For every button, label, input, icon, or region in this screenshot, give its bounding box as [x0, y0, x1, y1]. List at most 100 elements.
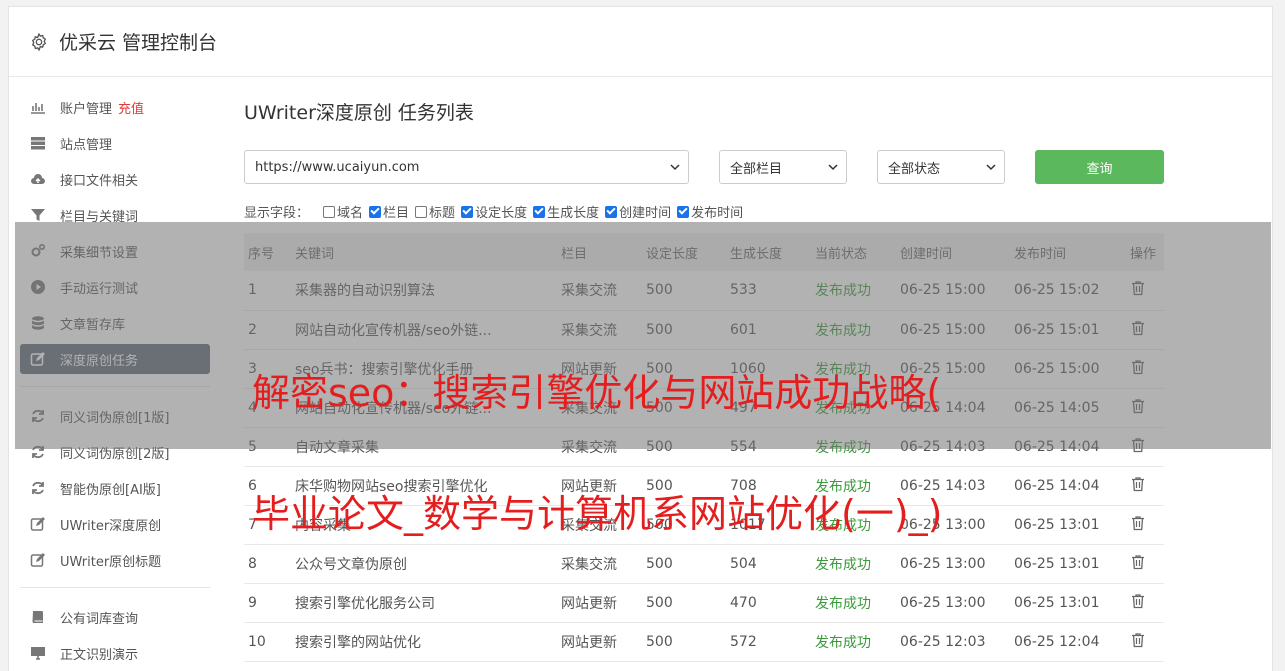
refresh-icon-glyph — [32, 481, 44, 495]
sidebar-item-group2-5[interactable]: UWriter原创标题 — [20, 545, 210, 575]
table-row: 9 搜索引擎优化服务公司 网站更新 500 470 发布成功 06-25 13:00 06-2… — [244, 583, 1164, 623]
sidebar-item-label: 智能伪原创[AI版] — [60, 482, 161, 498]
table-cell: 网站更新 — [557, 622, 642, 662]
status-cell: 发布成功 — [811, 583, 896, 623]
overlay-title-line1: 解密seo：搜索引擎优化与网站成功战略( — [252, 371, 942, 415]
field-checkbox-3[interactable]: 标题 — [415, 202, 455, 221]
sidebar-item-label: 账户管理 — [60, 101, 113, 117]
table-cell: 06-25 14:04 — [1010, 466, 1126, 506]
filter-bar: https://www.ucaiyun.com 全部栏目 全部状态 查询 — [244, 150, 1166, 184]
sidebar-item-group1-1[interactable]: 账户管理 充值 — [20, 92, 210, 122]
sidebar-item-label: UWriter深度原创 — [60, 518, 162, 534]
sidebar-item-group3-2[interactable]: 正文识别演示 — [20, 638, 210, 668]
app-title: 优采云 管理控制台 — [59, 32, 218, 54]
field-checkbox-7[interactable]: 发布时间 — [677, 202, 743, 221]
display-fields: 显示字段： 域名 栏目 标题 设定长度 生成长度 创建时间 发布时间 — [244, 202, 749, 221]
table-cell: 06-25 13:00 — [896, 544, 1010, 584]
checkbox-box[interactable] — [323, 205, 336, 218]
server-icon-glyph — [31, 137, 45, 150]
edit-icon — [30, 552, 46, 568]
field-checkbox-5[interactable]: 生成长度 — [533, 202, 599, 221]
chevron-down-icon — [828, 164, 838, 171]
sidebar-item-group1-2[interactable]: 站点管理 — [20, 128, 210, 158]
bar-chart-icon — [30, 99, 46, 115]
trash-icon[interactable] — [1130, 554, 1146, 570]
chevron-down-icon — [670, 164, 680, 171]
table-cell: 500 — [642, 544, 726, 584]
table-cell: 500 — [642, 583, 726, 623]
monitor-icon — [30, 645, 46, 661]
table-cell: 公众号文章伪原创 — [291, 544, 557, 584]
field-checkbox-label: 域名 — [337, 206, 364, 221]
field-checkbox-6[interactable]: 创建时间 — [605, 202, 671, 221]
column-select-value: 全部栏目 — [730, 161, 783, 177]
table-cell: 采集交流 — [557, 544, 642, 584]
table-cell: 500 — [642, 622, 726, 662]
status-cell: 发布成功 — [811, 622, 896, 662]
trash-icon[interactable] — [1130, 632, 1146, 648]
field-checkbox-label: 发布时间 — [691, 206, 744, 221]
checkbox-box[interactable] — [461, 205, 474, 218]
table-cell: 06-25 12:04 — [1010, 622, 1126, 662]
table-cell: 搜索引擎优化服务公司 — [291, 583, 557, 623]
checkbox-box[interactable] — [533, 205, 546, 218]
filter-icon-glyph — [31, 209, 45, 221]
site-select-value: https://www.ucaiyun.com — [255, 159, 420, 175]
monitor-icon-glyph — [31, 647, 45, 660]
sidebar-item-label: 公有词库查询 — [60, 611, 139, 627]
field-checkbox-label: 栏目 — [383, 206, 410, 221]
recharge-link[interactable]: 充值 — [118, 98, 144, 117]
query-button[interactable]: 查询 — [1035, 150, 1164, 184]
sidebar-divider — [20, 587, 210, 588]
table-cell: 网站更新 — [557, 583, 642, 623]
table-row: 10 搜索引擎的网站优化 网站更新 500 572 发布成功 06-25 12:03 06-2… — [244, 622, 1164, 662]
table-cell: 504 — [726, 544, 811, 584]
checkbox-box[interactable] — [677, 205, 690, 218]
sidebar-item-group1-3[interactable]: 接口文件相关 — [20, 164, 210, 194]
table-cell: 06-25 12:03 — [896, 622, 1010, 662]
checkbox-box[interactable] — [369, 205, 382, 218]
table-cell: 470 — [726, 583, 811, 623]
display-fields-label: 显示字段： — [244, 206, 310, 221]
status-select-value: 全部状态 — [888, 161, 941, 177]
table-cell: 06-25 13:01 — [1010, 505, 1126, 545]
table-cell: 搜索引擎的网站优化 — [291, 622, 557, 662]
trash-icon[interactable] — [1130, 593, 1146, 609]
checkbox-box[interactable] — [605, 205, 618, 218]
sidebar-item-group3-1[interactable]: 公有词库查询 — [20, 602, 210, 632]
trash-icon[interactable] — [1130, 476, 1146, 492]
field-checkbox-2[interactable]: 栏目 — [369, 202, 409, 221]
filter-icon — [30, 207, 46, 223]
action-cell — [1126, 583, 1164, 623]
sidebar-item-label: 正文识别演示 — [60, 647, 139, 663]
page-title: UWriter深度原创 任务列表 — [244, 102, 474, 124]
checkbox-box[interactable] — [415, 205, 428, 218]
action-cell — [1126, 622, 1164, 662]
edit-icon-glyph — [30, 517, 45, 531]
edit-icon — [30, 516, 46, 532]
field-checkbox-4[interactable]: 设定长度 — [461, 202, 527, 221]
cloud-upload-icon — [30, 171, 46, 187]
table-row: 8 公众号文章伪原创 采集交流 500 504 发布成功 06-25 13:00 06-25 … — [244, 544, 1164, 584]
edit-icon-glyph — [30, 553, 45, 567]
table-cell: 10 — [244, 622, 291, 662]
status-select[interactable]: 全部状态 — [877, 150, 1005, 184]
sidebar-item-label: 接口文件相关 — [60, 173, 139, 189]
book-icon — [30, 609, 46, 625]
sidebar-item-label: 站点管理 — [60, 137, 113, 153]
trash-icon[interactable] — [1130, 515, 1146, 531]
gear-icon — [31, 32, 47, 51]
column-select[interactable]: 全部栏目 — [719, 150, 847, 184]
sidebar-item-group2-3[interactable]: 智能伪原创[AI版] — [20, 473, 210, 503]
chevron-down-icon — [986, 164, 996, 171]
table-cell: 06-25 13:00 — [896, 583, 1010, 623]
field-checkbox-label: 生成长度 — [547, 206, 600, 221]
sidebar-item-group2-4[interactable]: UWriter深度原创 — [20, 509, 210, 539]
action-cell — [1126, 466, 1164, 506]
status-cell: 发布成功 — [811, 544, 896, 584]
site-select[interactable]: https://www.ucaiyun.com — [244, 150, 689, 184]
book-icon-glyph — [32, 611, 43, 623]
server-icon — [30, 135, 46, 151]
field-checkbox-label: 创建时间 — [619, 206, 672, 221]
field-checkbox-1[interactable]: 域名 — [323, 202, 363, 221]
